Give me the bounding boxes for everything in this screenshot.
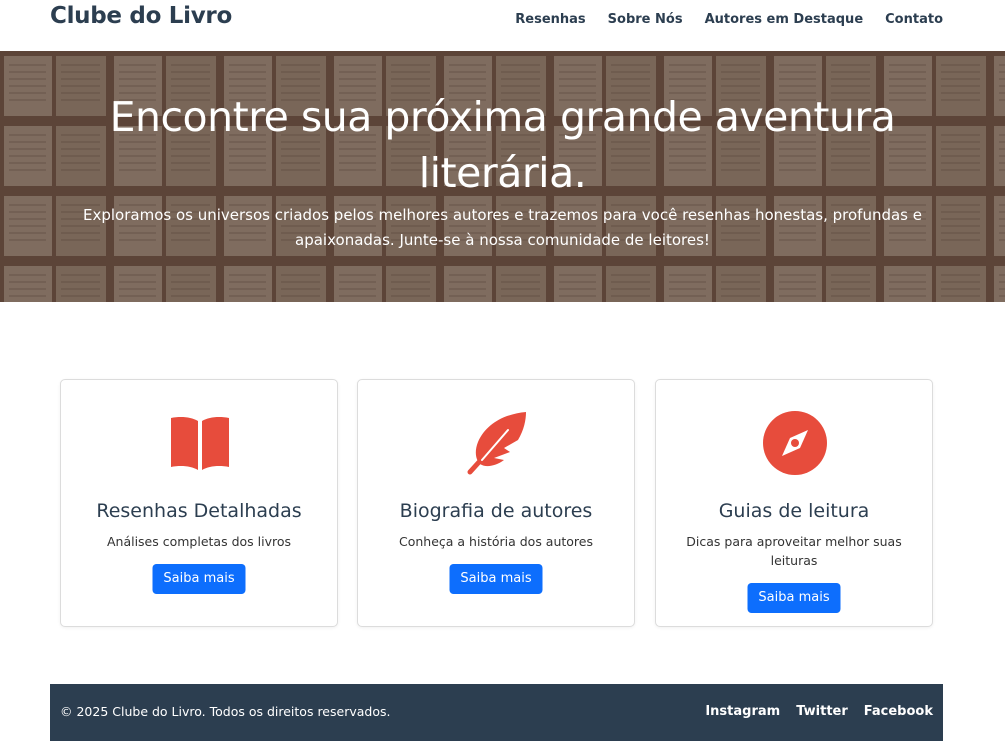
card-guias: Guias de leitura Dicas para aproveitar m… (655, 379, 933, 627)
nav-link-resenhas[interactable]: Resenhas (515, 12, 585, 27)
book-open-icon (171, 417, 229, 470)
footer-link-twitter[interactable]: Twitter (796, 704, 848, 719)
compass-icon (763, 411, 827, 475)
footer-link-facebook[interactable]: Facebook (864, 704, 933, 719)
hero-section: Encontre sua próxima grande aventura lit… (0, 51, 1005, 302)
nav-links: Resenhas Sobre Nós Autores em Destaque C… (515, 12, 943, 27)
saiba-mais-button[interactable]: Saiba mais (449, 564, 543, 594)
hero-title: Encontre sua próxima grande aventura lit… (109, 93, 896, 197)
nav-link-contato[interactable]: Contato (885, 12, 943, 27)
card-text: Análises completas dos livros (106, 534, 292, 549)
card-resenhas: Resenhas Detalhadas Análises completas d… (60, 379, 338, 627)
card-title: Resenhas Detalhadas (96, 500, 302, 522)
feather-icon (467, 412, 526, 475)
card-title: Guias de leitura (718, 500, 870, 522)
footer: © 2025 Clube do Livro. Todos os direitos… (50, 684, 943, 741)
feature-cards: Resenhas Detalhadas Análises completas d… (60, 379, 933, 627)
footer-copyright: © 2025 Clube do Livro. Todos os direitos… (60, 704, 391, 719)
card-biografia: Biografia de autores Conheça a história … (357, 379, 635, 627)
footer-link-instagram[interactable]: Instagram (705, 704, 780, 719)
nav-link-sobre-nos[interactable]: Sobre Nós (608, 12, 683, 27)
card-text: Dicas para aproveitar melhor suas leitur… (686, 534, 902, 568)
saiba-mais-button[interactable]: Saiba mais (152, 564, 246, 594)
card-title: Biografia de autores (399, 500, 593, 522)
navbar: Clube do Livro Resenhas Sobre Nós Autore… (0, 0, 1005, 51)
footer-social-links: Instagram Twitter Facebook (705, 704, 933, 719)
nav-link-autores-destaque[interactable]: Autores em Destaque (705, 12, 864, 27)
brand-logo[interactable]: Clube do Livro (50, 3, 232, 29)
hero-description: Exploramos os universos criados pelos me… (83, 206, 922, 249)
card-text: Conheça a história dos autores (398, 534, 594, 549)
saiba-mais-button[interactable]: Saiba mais (747, 583, 841, 613)
